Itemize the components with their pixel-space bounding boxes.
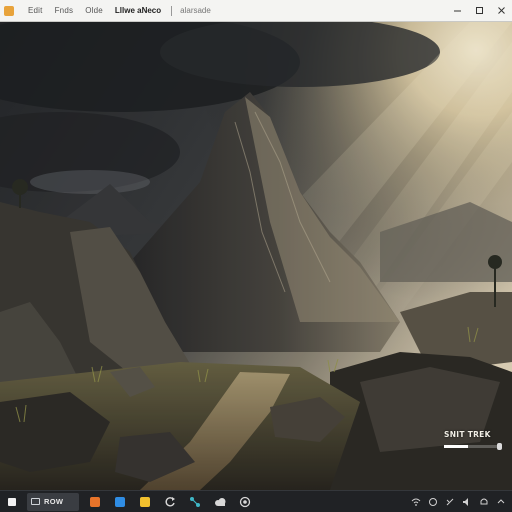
tray-wifi-icon[interactable] bbox=[411, 497, 421, 507]
progress-fill bbox=[444, 445, 469, 448]
tray-bell-icon[interactable] bbox=[479, 497, 489, 507]
overlay-title: SNIT TREK bbox=[444, 430, 491, 439]
yellow-app-shape bbox=[140, 496, 150, 507]
orange-app-icon[interactable] bbox=[86, 493, 104, 511]
yellow-app-icon[interactable] bbox=[136, 493, 154, 511]
menu-item-edit[interactable]: Edit bbox=[22, 4, 49, 17]
tray-expand-icon[interactable] bbox=[496, 497, 506, 507]
active-task-label: ROW bbox=[44, 497, 64, 506]
cloud-app-icon[interactable] bbox=[211, 493, 229, 511]
blue-app-icon[interactable] bbox=[111, 493, 129, 511]
tray-circle-icon[interactable] bbox=[428, 497, 438, 507]
window-title: Lllwe aNeco bbox=[114, 6, 162, 15]
minimize-icon[interactable] bbox=[446, 0, 468, 22]
orange-app-shape bbox=[90, 496, 100, 507]
tray-link-icon[interactable] bbox=[445, 497, 455, 507]
media-overlay: SNIT TREK bbox=[444, 430, 510, 450]
window-controls bbox=[446, 0, 512, 22]
wallpaper-landscape bbox=[0, 22, 512, 490]
menu-bar: Edit Fnds Olde Lllwe aNeco alarsade bbox=[0, 0, 512, 22]
blue-app-shape bbox=[115, 496, 125, 507]
globe-app-icon[interactable] bbox=[236, 493, 254, 511]
menu-separator bbox=[171, 5, 173, 16]
start-button[interactable] bbox=[3, 493, 21, 511]
active-task-button[interactable]: ROW bbox=[27, 492, 79, 511]
desktop-screen: Edit Fnds Olde Lllwe aNeco alarsade SNIT… bbox=[0, 0, 512, 512]
window-icon bbox=[31, 498, 40, 505]
cloud-icon bbox=[214, 497, 225, 506]
tray-sound-icon[interactable] bbox=[462, 497, 472, 507]
refresh-app-icon[interactable] bbox=[161, 493, 179, 511]
menu-item-olde[interactable]: Olde bbox=[79, 4, 109, 17]
menu-item-fnds[interactable]: Fnds bbox=[49, 4, 80, 17]
network-icon bbox=[190, 496, 200, 507]
start-icon bbox=[8, 497, 16, 506]
system-tray bbox=[411, 497, 512, 507]
progress-knob[interactable] bbox=[497, 443, 502, 450]
refresh-icon bbox=[165, 496, 175, 507]
app-icon[interactable] bbox=[4, 5, 14, 16]
maximize-icon[interactable] bbox=[468, 0, 490, 22]
close-icon[interactable] bbox=[490, 0, 512, 22]
globe-icon bbox=[239, 496, 251, 507]
network-app-icon[interactable] bbox=[186, 493, 204, 511]
window-subtitle: alarsade bbox=[180, 6, 211, 15]
taskbar: ROW bbox=[0, 490, 512, 512]
progress-bar[interactable] bbox=[444, 443, 502, 450]
